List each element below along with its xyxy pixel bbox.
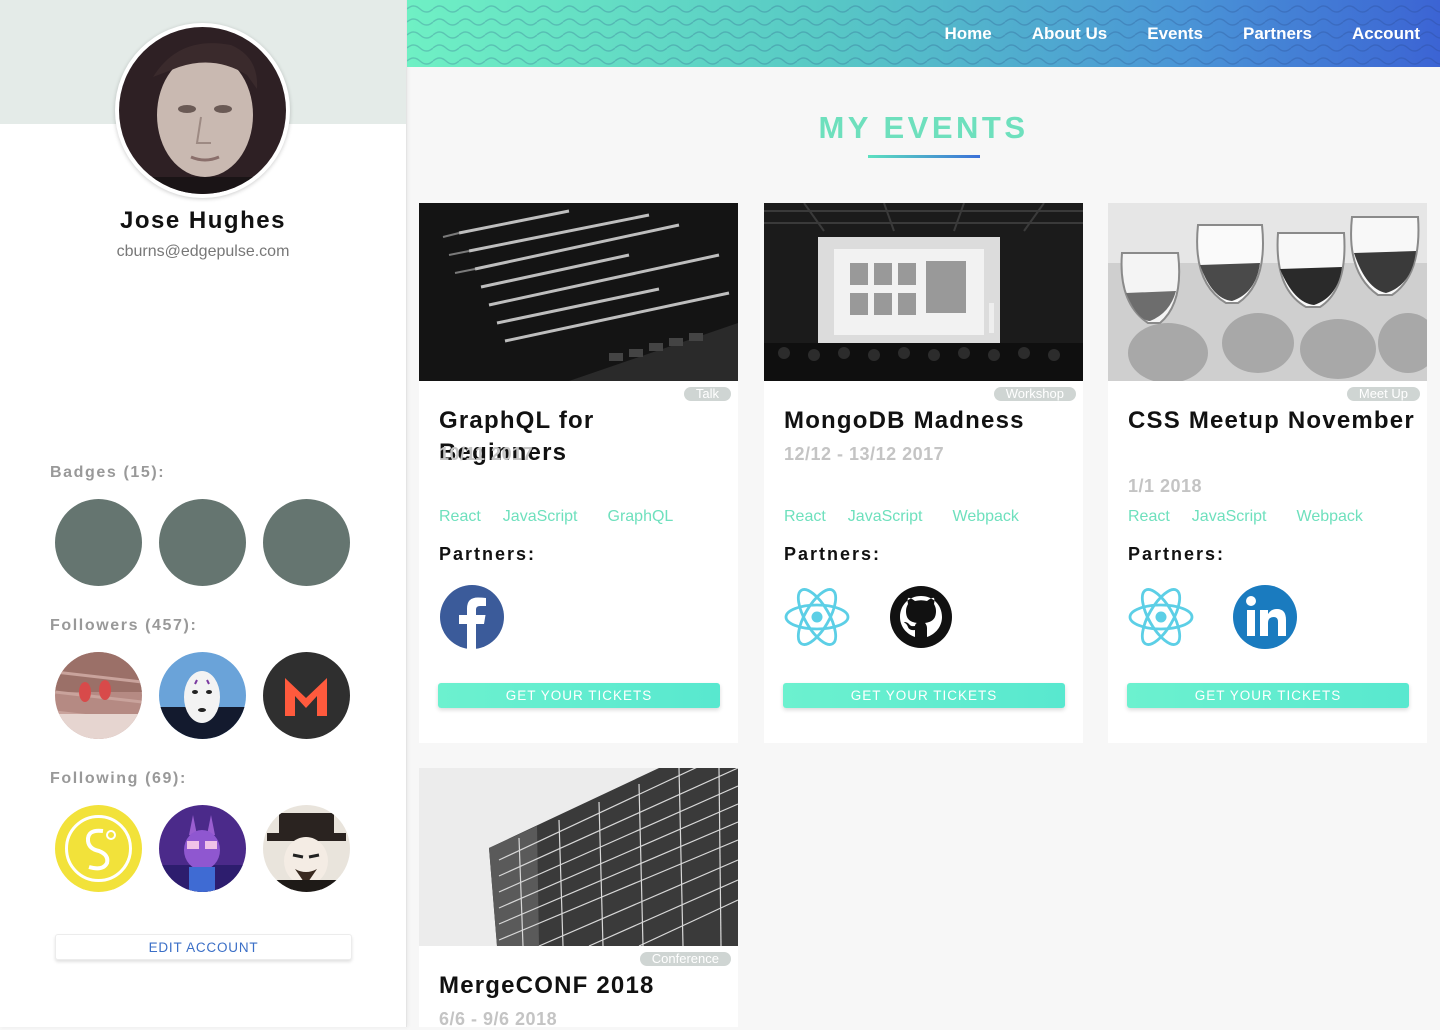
following-label: Following (69): — [50, 770, 187, 787]
tech-tag[interactable]: React — [439, 508, 481, 526]
event-card[interactable]: Workshop MongoDB Madness 12/12 - 13/12 2… — [764, 203, 1083, 743]
get-tickets-button[interactable]: GET YOUR TICKETS — [783, 683, 1065, 708]
partner-logos — [1128, 584, 1298, 650]
event-image — [764, 203, 1083, 381]
edit-account-button[interactable]: EDIT ACCOUNT — [55, 934, 352, 960]
badge-item[interactable] — [55, 499, 142, 586]
profile-avatar[interactable] — [115, 23, 290, 198]
partners-label: Partners: — [439, 544, 537, 564]
event-image — [419, 768, 738, 946]
tech-tag[interactable]: React — [784, 508, 826, 526]
get-tickets-button[interactable]: GET YOUR TICKETS — [1127, 683, 1409, 708]
partner-logos — [439, 584, 505, 650]
event-title[interactable]: MergeCONF 2018 — [439, 970, 729, 1002]
badge-item[interactable] — [159, 499, 246, 586]
event-date: 10/11 2017 — [439, 444, 534, 464]
user-name: Jose Hughes — [120, 207, 286, 234]
react-icon[interactable] — [1128, 584, 1194, 650]
tech-tag[interactable]: GraphQL — [608, 508, 674, 526]
tech-tag[interactable]: Webpack — [953, 508, 1019, 526]
event-date: 1/1 2018 — [1128, 476, 1203, 496]
user-email: cburns@edgepulse.com — [116, 243, 290, 260]
event-card[interactable]: Conference MergeCONF 2018 6/6 - 9/6 2018 — [419, 768, 738, 1029]
nav-about-us[interactable]: About Us — [1032, 24, 1108, 44]
event-type-tag: Workshop — [993, 387, 1076, 401]
follower-avatar[interactable] — [55, 652, 142, 739]
event-tech-tags: React JavaScript Webpack — [1128, 508, 1363, 526]
event-tech-tags: React JavaScript Webpack — [784, 508, 1019, 526]
event-title[interactable]: CSS Meetup November — [1128, 405, 1418, 437]
event-card[interactable]: Meet Up CSS Meetup November 1/1 2018 Rea… — [1108, 203, 1427, 743]
event-tech-tags: React JavaScript GraphQL — [439, 508, 673, 526]
github-icon[interactable] — [888, 584, 954, 650]
event-image — [419, 203, 738, 381]
follower-avatar[interactable] — [159, 652, 246, 739]
get-tickets-button[interactable]: GET YOUR TICKETS — [438, 683, 720, 708]
facebook-icon[interactable] — [439, 584, 505, 650]
react-icon[interactable] — [784, 584, 850, 650]
profile-photo — [119, 27, 286, 194]
event-image — [1108, 203, 1427, 381]
partner-logos — [784, 584, 954, 650]
main-nav: Home About Us Events Partners Account — [924, 0, 1440, 67]
event-type-tag: Conference — [639, 952, 731, 966]
follower-avatar[interactable] — [263, 652, 350, 739]
followers-list — [55, 652, 350, 739]
partners-label: Partners: — [1128, 544, 1226, 564]
event-date: 12/12 - 13/12 2017 — [784, 444, 945, 464]
tech-tag[interactable]: React — [1128, 508, 1170, 526]
event-title[interactable]: MongoDB Madness — [784, 405, 1074, 437]
linkedin-icon[interactable] — [1232, 584, 1298, 650]
event-card[interactable]: Talk GraphQL for Beginners 10/11 2017 Re… — [419, 203, 738, 743]
tech-tag[interactable]: Webpack — [1297, 508, 1363, 526]
nav-home[interactable]: Home — [944, 24, 991, 44]
profile-sidebar: Jose Hughes cburns@edgepulse.com Badges … — [0, 0, 407, 1027]
top-navigation-bar: Home About Us Events Partners Account — [407, 0, 1440, 67]
tech-tag[interactable]: JavaScript — [503, 508, 578, 526]
tech-tag[interactable]: JavaScript — [1192, 508, 1267, 526]
nav-account[interactable]: Account — [1352, 24, 1420, 44]
badges-list — [55, 499, 350, 586]
nav-partners[interactable]: Partners — [1243, 24, 1312, 44]
partners-label: Partners: — [784, 544, 882, 564]
event-type-tag: Meet Up — [1346, 387, 1420, 401]
title-underline — [868, 155, 980, 158]
tech-tag[interactable]: JavaScript — [848, 508, 923, 526]
event-type-tag: Talk — [683, 387, 731, 401]
badge-item[interactable] — [263, 499, 350, 586]
following-avatar[interactable] — [159, 805, 246, 892]
nav-events[interactable]: Events — [1147, 24, 1203, 44]
following-avatar[interactable] — [55, 805, 142, 892]
following-avatar[interactable] — [263, 805, 350, 892]
page-title: MY EVENTS — [818, 110, 1029, 145]
badges-label: Badges (15): — [50, 464, 166, 481]
following-list — [55, 805, 350, 892]
followers-label: Followers (457): — [50, 617, 198, 634]
